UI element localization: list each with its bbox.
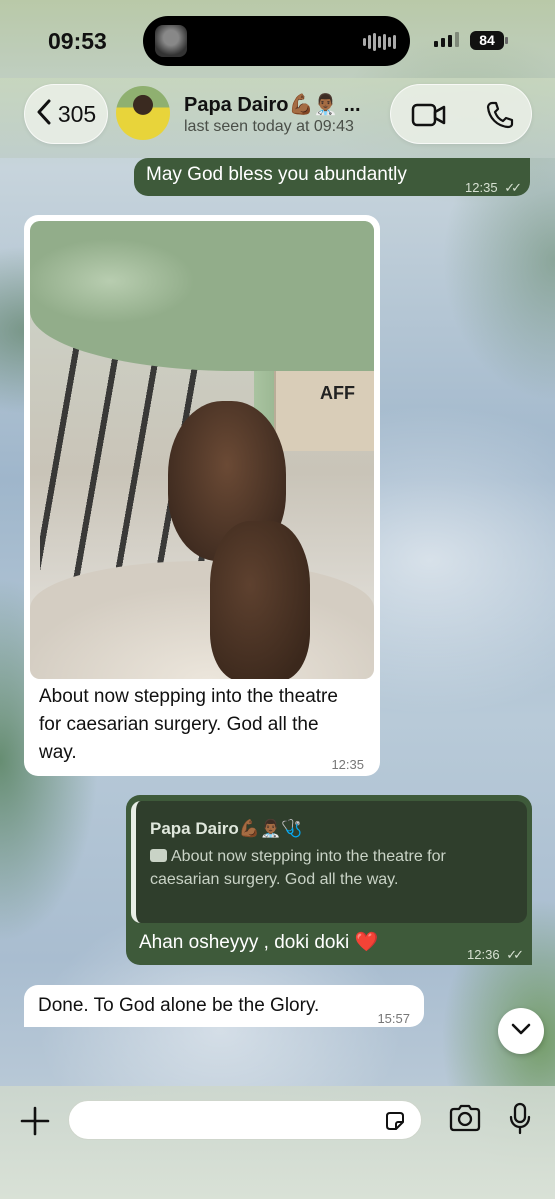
message-bubble-outgoing-reply[interactable]: Papa Dairo💪🏾👨🏾‍⚕️🩺 About now stepping in… [126, 795, 532, 965]
message-time: 12:35 [465, 180, 498, 195]
message-text: About now stepping into the theatre for … [39, 686, 338, 763]
dynamic-island [143, 16, 410, 66]
message-time: 12:35 [331, 757, 364, 772]
plus-icon[interactable] [18, 1104, 52, 1138]
photo-curtain-top [30, 221, 374, 371]
battery-icon: 84 [470, 31, 508, 50]
status-time: 09:53 [48, 28, 107, 54]
chat-header: 305 Papa Dairo💪🏾👨🏾‍⚕️ ... last seen toda… [0, 78, 555, 158]
photo-person-hand [210, 521, 310, 679]
call-actions [390, 84, 532, 144]
read-receipt-icon: ✓✓ [506, 947, 524, 962]
read-receipt-icon: ✓✓ [504, 180, 522, 195]
camera-icon[interactable] [448, 1104, 482, 1137]
unread-count: 305 [57, 100, 97, 127]
photo-carton-label: AFF [320, 383, 355, 403]
audio-waveform-icon [363, 33, 396, 51]
video-camera-icon[interactable] [411, 102, 447, 133]
message-text: Ahan osheyyy , doki doki ❤️ [139, 932, 379, 953]
last-seen-status: last seen today at 09:43 [184, 118, 354, 135]
cellular-signal-icon [434, 32, 459, 47]
status-bar: 09:53 84 [0, 0, 555, 78]
message-input[interactable] [68, 1100, 422, 1140]
message-meta: 12:35 ✓✓ [465, 174, 522, 202]
microphone-icon[interactable] [508, 1102, 532, 1141]
chevron-down-icon [511, 1022, 531, 1040]
quoted-author: Papa Dairo💪🏾👨🏾‍⚕️🩺 [150, 819, 303, 838]
quoted-text-content: About now stepping into the theatre for … [150, 848, 446, 888]
photo-person-body [30, 561, 374, 679]
message-photo[interactable]: AFF [30, 221, 374, 679]
message-time: 15:57 [377, 1011, 410, 1026]
message-bubble-incoming[interactable]: AFF About now stepping into the theatre … [24, 215, 380, 776]
message-text: May God bless you abundantly [146, 164, 407, 185]
back-button[interactable]: 305 [24, 84, 108, 144]
quoted-message[interactable]: Papa Dairo💪🏾👨🏾‍⚕️🩺 About now stepping in… [131, 801, 527, 923]
message-meta: 12:36 ✓✓ [467, 941, 524, 969]
phone-icon[interactable] [485, 100, 515, 135]
message-text: Done. To God alone be the Glory. [38, 995, 320, 1016]
message-bubble-incoming[interactable]: Done. To God alone be the Glory. 15:57 [24, 985, 424, 1027]
chevron-left-icon [36, 99, 52, 129]
contact-avatar[interactable] [116, 86, 170, 140]
sticker-icon[interactable] [383, 1109, 407, 1138]
now-playing-artwork [155, 25, 187, 57]
message-bubble-outgoing[interactable]: May God bless you abundantly 12:35 ✓✓ [134, 158, 530, 196]
quoted-text: About now stepping into the theatre for … [150, 845, 480, 891]
message-time: 12:36 [467, 947, 500, 962]
contact-name[interactable]: Papa Dairo💪🏾👨🏾‍⚕️ ... [184, 92, 374, 117]
scroll-to-bottom-button[interactable] [498, 1008, 544, 1054]
message-composer [0, 1086, 555, 1199]
photo-camera-icon [150, 849, 167, 862]
